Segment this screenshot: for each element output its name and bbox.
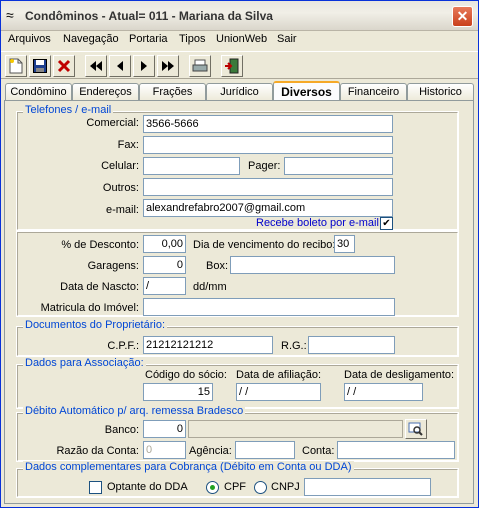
nascto-label: Data de Nascto: xyxy=(60,281,139,293)
menu-bar: Arquivos Navegação Portaria Tipos UnionW… xyxy=(1,31,478,49)
tab-financeiro[interactable]: Financeiro xyxy=(340,83,407,101)
rg-label: R.G.: xyxy=(281,340,307,352)
cpf-field[interactable]: 21212121212 xyxy=(143,336,273,354)
desligamento-field[interactable]: / / xyxy=(344,383,423,401)
pager-label: Pager: xyxy=(248,160,281,172)
conta-label: Conta: xyxy=(302,445,335,457)
dda-checkbox[interactable] xyxy=(89,481,102,494)
comercial-field[interactable]: 3566-5666 xyxy=(143,115,393,133)
boleto-email-label: Recebe boleto por e-mail xyxy=(256,217,379,229)
conta-field[interactable] xyxy=(337,441,455,459)
first-record-icon[interactable] xyxy=(85,55,107,77)
banco-label: Banco: xyxy=(104,424,139,436)
next-record-icon[interactable] xyxy=(133,55,155,77)
fax-label: Fax: xyxy=(117,139,139,151)
email-field[interactable]: alexandrefabro2007@gmail.com xyxy=(143,199,393,217)
codigo-socio-field[interactable]: 15 xyxy=(143,383,213,401)
cpf-radio[interactable] xyxy=(206,481,219,494)
menu-navegacao[interactable]: Navegação xyxy=(63,33,119,45)
cnpj-radio-label: CNPJ xyxy=(271,481,300,493)
cpf-radio-label: CPF xyxy=(224,481,246,493)
tab-enderecos[interactable]: Endereços xyxy=(72,83,139,101)
dda-label: Optante do DDA xyxy=(107,481,188,493)
box-label: Box: xyxy=(206,260,229,272)
comercial-label: Comercial: xyxy=(86,117,139,129)
desligamento-label: Data de desligamento: xyxy=(344,369,455,381)
menu-tipos[interactable]: Tipos xyxy=(179,33,206,45)
window-title: Condôminos - Atual= 011 - Mariana da Sil… xyxy=(25,9,273,23)
garagens-field[interactable]: 0 xyxy=(143,256,186,274)
billing-document-field[interactable] xyxy=(304,478,431,496)
banco-field[interactable]: 0 xyxy=(143,420,186,438)
outros-field[interactable] xyxy=(143,178,393,196)
title-bar[interactable]: ≈ Condôminos - Atual= 011 - Mariana da S… xyxy=(1,1,478,31)
email-label: e-mail: xyxy=(105,204,139,216)
razao-field[interactable]: 0 xyxy=(143,441,186,459)
desconto-label: % de Desconto: xyxy=(61,239,139,251)
box-field[interactable] xyxy=(230,256,395,274)
razao-label: Razão da Conta: xyxy=(56,445,139,457)
close-button[interactable]: ✕ xyxy=(452,6,473,27)
documents-legend: Documentos do Proprietário: xyxy=(23,319,168,331)
boleto-email-checkbox[interactable]: ✔ xyxy=(380,217,393,230)
diversos-panel: Telefones / e-mail Comercial: 3566-5666 … xyxy=(4,100,474,504)
toolbar xyxy=(1,51,478,79)
pager-field[interactable] xyxy=(284,157,393,175)
cpf-label: C.P.F.: xyxy=(107,340,139,352)
debit-legend: Débito Automático p/ arq. remessa Brades… xyxy=(23,405,246,417)
nascto-field[interactable]: / xyxy=(143,277,186,295)
tab-fracoes[interactable]: Frações xyxy=(139,83,206,101)
menu-sair[interactable]: Sair xyxy=(277,33,297,45)
tab-condomino[interactable]: Condômino xyxy=(5,83,72,101)
condominos-window: ≈ Condôminos - Atual= 011 - Mariana da S… xyxy=(0,0,479,508)
bank-lookup-button[interactable] xyxy=(405,419,427,439)
tab-historico[interactable]: Historico xyxy=(407,83,474,101)
fax-field[interactable] xyxy=(143,136,393,154)
garagens-label: Garagens: xyxy=(87,260,139,272)
magnifier-icon xyxy=(408,422,423,436)
menu-arquivos[interactable]: Arquivos xyxy=(8,33,51,45)
previous-record-icon[interactable] xyxy=(109,55,131,77)
contacts-legend: Telefones / e-mail xyxy=(23,104,114,116)
cnpj-radio[interactable] xyxy=(254,481,267,494)
celular-field[interactable] xyxy=(143,157,240,175)
imovel-label: Matricula do Imóvel: xyxy=(40,302,139,314)
vencimento-field[interactable]: 30 xyxy=(334,235,355,253)
tab-strip: Condômino Endereços Frações Jurídico Div… xyxy=(1,81,478,101)
exit-door-icon[interactable] xyxy=(221,55,243,77)
agencia-field[interactable] xyxy=(235,441,295,459)
nascto-format-hint: dd/mm xyxy=(193,281,227,293)
codigo-socio-label: Código do sócio: xyxy=(145,369,227,381)
billing-legend: Dados complementares para Cobrança (Débi… xyxy=(23,461,354,473)
printer-icon[interactable] xyxy=(189,55,211,77)
association-legend: Dados para Associação: xyxy=(23,357,146,369)
celular-label: Celular: xyxy=(101,160,139,172)
menu-portaria[interactable]: Portaria xyxy=(129,33,168,45)
outros-label: Outros: xyxy=(102,182,139,194)
banco-name-field xyxy=(188,420,403,438)
wave-logo-icon: ≈ xyxy=(6,7,14,23)
afiliacao-field[interactable]: / / xyxy=(236,383,321,401)
afiliacao-label: Data de afiliação: xyxy=(236,369,321,381)
new-document-icon[interactable] xyxy=(5,55,27,77)
agencia-label: Agência: xyxy=(189,445,232,457)
tab-juridico[interactable]: Jurídico xyxy=(206,83,273,101)
tab-diversos[interactable]: Diversos xyxy=(273,81,340,101)
delete-x-icon[interactable] xyxy=(53,55,75,77)
menu-unionweb[interactable]: UnionWeb xyxy=(216,33,267,45)
desconto-field[interactable]: 0,00 xyxy=(143,235,186,253)
imovel-field[interactable] xyxy=(143,298,395,316)
save-disk-icon[interactable] xyxy=(29,55,51,77)
rg-field[interactable] xyxy=(308,336,395,354)
vencimento-label: Dia de vencimento do recibo: xyxy=(193,239,336,251)
last-record-icon[interactable] xyxy=(157,55,179,77)
